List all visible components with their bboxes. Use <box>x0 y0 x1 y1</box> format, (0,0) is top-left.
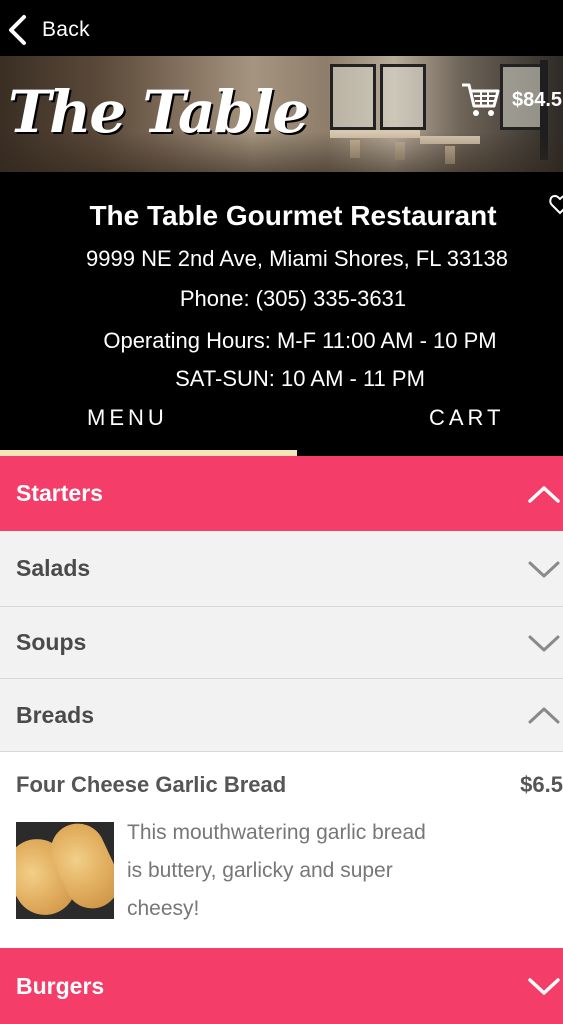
tab-cart[interactable]: CART <box>429 405 505 431</box>
restaurant-logo: The Table <box>8 78 309 146</box>
restaurant-address: 9999 NE 2nd Ave, Miami Shores, FL 33138 <box>86 246 508 271</box>
category-label: Burgers <box>16 972 105 999</box>
chevron-up-icon <box>528 485 560 503</box>
chevron-down-icon <box>528 635 560 651</box>
cart-total: $84.5 <box>512 88 563 111</box>
top-bar: Back <box>0 0 563 56</box>
heart-icon[interactable] <box>548 192 563 216</box>
menu-item-price: $6.5 <box>520 772 563 797</box>
chevron-left-icon <box>9 15 26 45</box>
tab-menu[interactable]: MENU <box>87 405 168 431</box>
category-label: Breads <box>16 701 94 728</box>
chevron-down-icon <box>528 561 560 577</box>
restaurant-phone: Phone: (305) 335-3631 <box>179 286 407 311</box>
category-soups[interactable]: Soups <box>0 607 563 679</box>
menu-item-description: This mouthwatering garlic bread is butte… <box>127 821 426 920</box>
category-salads[interactable]: Salads <box>0 531 563 607</box>
cart-summary-button[interactable]: $84.5 <box>460 80 562 120</box>
menu-item-card[interactable]: Four Cheese Garlic Bread $6.5 This mouth… <box>0 752 563 948</box>
operating-hours-weekend: SAT-SUN: 10 AM - 11 PM <box>175 366 425 391</box>
category-label: Salads <box>16 555 91 581</box>
restaurant-banner: The Table $84.5 <box>0 56 563 172</box>
banner-window <box>330 64 376 130</box>
restaurant-name: The Table Gourmet Restaurant <box>89 200 497 231</box>
category-starters[interactable]: Starters <box>0 456 563 531</box>
category-label: Starters <box>16 480 103 506</box>
chevron-up-icon <box>528 707 560 724</box>
category-label: Soups <box>16 629 87 655</box>
shopping-cart-icon <box>462 83 500 116</box>
menu-item-photo <box>16 822 114 919</box>
chevron-down-icon <box>528 978 560 995</box>
restaurant-info: The Table Gourmet Restaurant 9999 NE 2nd… <box>0 172 563 456</box>
banner-window <box>380 64 426 130</box>
category-burgers[interactable]: Burgers <box>0 948 563 1024</box>
operating-hours-weekday: Operating Hours: M-F 11:00 AM - 10 PM <box>103 328 497 353</box>
category-breads[interactable]: Breads <box>0 679 563 752</box>
menu-item-name: Four Cheese Garlic Bread <box>16 772 287 797</box>
back-button[interactable]: Back <box>6 14 90 46</box>
back-label: Back <box>42 18 90 41</box>
